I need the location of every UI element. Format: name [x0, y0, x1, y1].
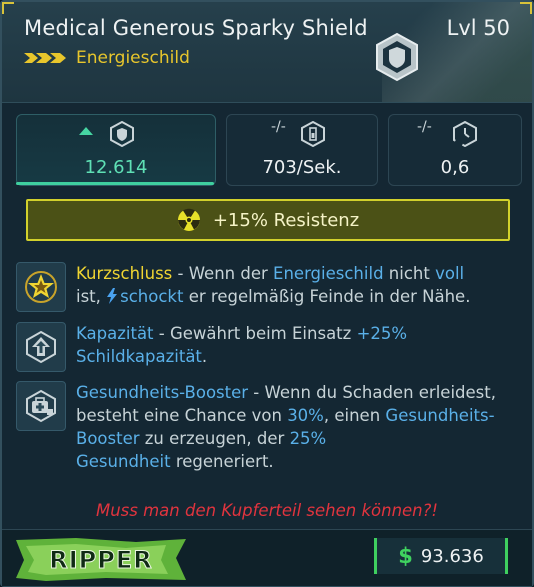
- stat-delay-compare: -/-: [417, 119, 432, 135]
- perk-text: regeneriert.: [170, 452, 274, 471]
- perk-highlight: Schildkapazität: [76, 347, 202, 366]
- perk-kurzschluss-text: Kurzschluss - Wenn der Energieschild nic…: [76, 262, 516, 308]
- perk-text: - Wenn der: [172, 264, 274, 283]
- perk-icon-frame: [16, 381, 66, 431]
- perk-text: , einen: [323, 406, 386, 425]
- perk-highlight: schockt: [120, 287, 184, 306]
- perk-name: Gesundheits-Booster: [76, 383, 249, 402]
- health-booster-icon: [26, 389, 56, 423]
- stat-recharge-delay: -/- 0,6: [388, 114, 522, 186]
- item-header: Medical Generous Sparky Shield Lvl 50 En…: [2, 2, 532, 103]
- perk-text: zu erzeugen, der: [139, 429, 290, 448]
- perk-icon-frame: [16, 262, 66, 312]
- header-corner-left: [2, 2, 14, 14]
- perk-highlight: voll: [435, 264, 465, 283]
- stat-recharge-value: 703/Sek.: [262, 157, 342, 178]
- capacity-icon: [26, 330, 56, 364]
- shield-type-icon: [376, 32, 418, 82]
- header-corner-right: [520, 2, 532, 14]
- stat-increase-arrow-icon: [79, 127, 93, 135]
- item-price: $ 93.636: [374, 538, 508, 574]
- item-type: Energieschild: [76, 48, 190, 68]
- perk-highlight: Gesundheit: [76, 452, 171, 471]
- shield-capacity-icon: [110, 121, 134, 147]
- perk-highlight: 25%: [289, 429, 327, 448]
- stat-capacity-value: 12.614: [84, 157, 148, 178]
- price-amount: 93.636: [420, 545, 484, 567]
- item-name: Medical Generous Sparky Shield: [24, 16, 368, 40]
- perk-gesundheits-booster-text: Gesundheits-Booster - Wenn du Schaden er…: [76, 381, 516, 473]
- element-resistance-text: +15% Resistenz: [212, 209, 360, 231]
- perk-highlight: Energieschild: [273, 264, 384, 283]
- stat-delay-value: 0,6: [440, 157, 470, 178]
- perk-text: - Gewährt beim Einsatz: [153, 324, 357, 343]
- perk-text: nicht: [383, 264, 436, 283]
- stats-row: 12.614 -/- 703/Sek. -/- 0,6: [16, 114, 522, 186]
- perk-text: ist,: [76, 287, 107, 306]
- svg-text:RIPPER: RIPPER: [49, 546, 152, 574]
- short-circuit-icon: [25, 271, 57, 303]
- radiation-icon: [177, 208, 200, 231]
- element-resistance: +15% Resistenz: [26, 199, 510, 241]
- rarity-chevrons-icon: [24, 53, 66, 63]
- perk-highlight: 30%: [287, 406, 324, 425]
- flavor-text: Muss man den Kupferteil sehen können?!: [95, 501, 439, 520]
- perk-icon-frame: [16, 322, 66, 372]
- stat-recharge-compare: -/-: [271, 119, 286, 135]
- perk-highlight: +25%: [356, 324, 408, 343]
- perk-name: Kapazität: [76, 324, 154, 343]
- perk-name: Kurzschluss: [76, 264, 173, 283]
- perk-kapazitaet-text: Kapazität - Gewährt beim Einsatz +25% Sch…: [76, 322, 516, 368]
- item-card: Medical Generous Sparky Shield Lvl 50 En…: [0, 0, 534, 587]
- manufacturer-logo: RIPPER: [16, 538, 186, 581]
- stat-recharge-rate: -/- 703/Sek.: [226, 114, 378, 186]
- perk-text: .: [201, 347, 208, 366]
- item-footer: RIPPER $ 93.636: [2, 529, 532, 586]
- recharge-rate-icon: [301, 121, 325, 147]
- recharge-delay-icon: [453, 121, 477, 147]
- perk-text: er regelmäßig Feinde in der Nähe.: [183, 287, 471, 306]
- price-currency: $: [398, 544, 413, 568]
- item-level: Lvl 50: [446, 16, 510, 40]
- stat-capacity: 12.614: [16, 114, 216, 186]
- item-type-row: Energieschild: [24, 48, 190, 68]
- shock-bolt-icon: [107, 288, 118, 304]
- stat-highlight-bar: [16, 182, 214, 185]
